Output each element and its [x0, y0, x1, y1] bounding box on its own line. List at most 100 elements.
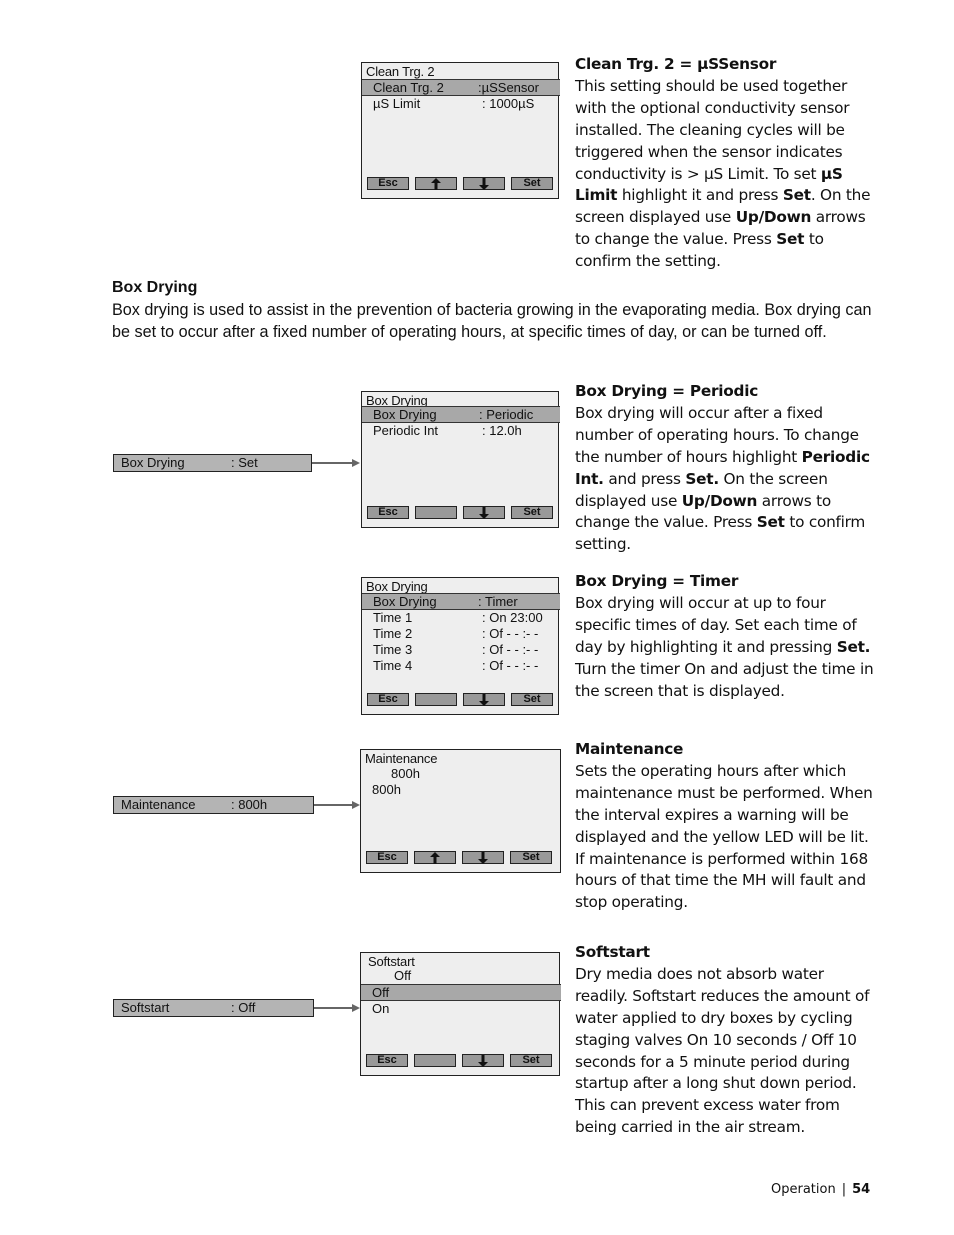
page-number: 54: [852, 1182, 871, 1197]
edit-value[interactable]: 800h: [372, 782, 401, 798]
row-value: : Timer: [478, 594, 518, 609]
description-text: This setting should be used together wit…: [575, 76, 850, 183]
row-label: Time 1: [373, 610, 413, 625]
blank-button[interactable]: [415, 506, 457, 519]
setting-label: Box Drying: [121, 455, 185, 470]
description-text: Turn the timer On and adjust the time in…: [575, 659, 874, 700]
row-value: :µSSensor: [478, 80, 539, 95]
up-arrow-icon: [430, 852, 440, 864]
up-arrow-icon: [431, 178, 441, 190]
esc-button[interactable]: Esc: [366, 851, 408, 864]
row-value: : Periodic: [479, 407, 534, 422]
emphasis: Set: [776, 230, 805, 249]
description-text: Sets the operating hours after which mai…: [575, 761, 873, 912]
footer-separator: |: [841, 1182, 847, 1197]
menu-row-clean-trg[interactable]: Clean Trg. 2 :µSSensor: [362, 79, 560, 96]
maintenance-screen: Maintenance 800h 800h Esc Set: [360, 749, 561, 873]
emphasis: Set.: [685, 469, 719, 488]
option-off[interactable]: Off: [361, 984, 561, 1001]
current-value: Off: [394, 968, 412, 983]
row-label: Box Drying: [373, 594, 437, 609]
up-button[interactable]: [414, 851, 456, 864]
emphasis: Set.: [836, 637, 871, 656]
screen-buttons: Esc Set: [367, 693, 553, 706]
footer-section: Operation: [771, 1182, 836, 1197]
esc-button[interactable]: Esc: [367, 506, 409, 519]
esc-button[interactable]: Esc: [367, 177, 409, 190]
screen-buttons: Esc Set: [367, 177, 553, 190]
description-text: and press: [603, 469, 686, 488]
row-label: Time 4: [373, 658, 413, 673]
down-button[interactable]: [463, 693, 505, 706]
row-value: : 1000µS: [482, 96, 535, 111]
row-label: µS Limit: [373, 96, 421, 111]
menu-row-time-1[interactable]: Time 1 : On 23:00: [362, 610, 558, 627]
row-value: : Of - - :- -: [482, 626, 539, 641]
menu-row-time-2[interactable]: Time 2 : Of - - :- -: [362, 626, 558, 643]
description-heading: Clean Trg. 2 = µSSensor: [575, 55, 777, 73]
screen-title: Clean Trg. 2: [366, 64, 435, 79]
down-arrow-icon: [479, 694, 489, 706]
set-button[interactable]: Set: [511, 506, 553, 519]
screen-buttons: Esc Set: [367, 506, 553, 519]
down-arrow-icon: [478, 852, 488, 864]
description-text: highlight it and press: [617, 186, 783, 205]
box-drying-setting[interactable]: Box Drying : Set: [113, 454, 312, 472]
screen-title: Softstart: [368, 954, 415, 969]
set-button[interactable]: Set: [511, 693, 553, 706]
row-label: Clean Trg. 2: [373, 80, 444, 95]
section-body: Box drying is used to assist in the prev…: [112, 301, 872, 341]
screen-buttons: Esc Set: [366, 1054, 554, 1067]
menu-row-time-3[interactable]: Time 3 : Of - - :- -: [362, 642, 558, 659]
menu-row-box-drying[interactable]: Box Drying : Timer: [362, 593, 560, 610]
menu-row-box-drying[interactable]: Box Drying : Periodic: [362, 406, 560, 423]
menu-row-time-4[interactable]: Time 4 : Of - - :- -: [362, 658, 558, 675]
clean-trg-description: Clean Trg. 2 = µSSensor This setting sho…: [575, 54, 875, 273]
menu-row-us-limit[interactable]: µS Limit : 1000µS: [362, 96, 558, 113]
row-value: : Of - - :- -: [482, 658, 539, 673]
esc-button[interactable]: Esc: [366, 1054, 408, 1067]
page-footer: Operation | 54: [771, 1182, 870, 1197]
blank-button[interactable]: [415, 693, 457, 706]
blank-button[interactable]: [414, 1054, 456, 1067]
down-arrow-icon: [478, 1055, 488, 1067]
setting-label: Maintenance: [121, 797, 196, 812]
maintenance-setting[interactable]: Maintenance : 800h: [113, 796, 314, 814]
set-button[interactable]: Set: [511, 177, 553, 190]
row-label: Periodic Int: [373, 423, 439, 438]
esc-button[interactable]: Esc: [367, 693, 409, 706]
arrow-connector-icon: [312, 459, 360, 467]
screen-buttons: Esc Set: [366, 851, 555, 864]
down-button[interactable]: [463, 177, 505, 190]
down-button[interactable]: [463, 506, 505, 519]
down-arrow-icon: [479, 178, 489, 190]
softstart-screen: Softstart Off Off On Esc Set: [360, 952, 561, 1076]
option-label: On: [372, 1001, 390, 1016]
row-value: : Of - - :- -: [482, 642, 539, 657]
setting-label: Softstart: [121, 1000, 170, 1015]
emphasis: Up/Down: [681, 491, 758, 510]
description-heading: Box Drying = Periodic: [575, 382, 759, 400]
box-drying-periodic-screen: Box Drying Box Drying : Periodic Periodi…: [361, 391, 560, 528]
clean-trg-screen: Clean Trg. 2 Clean Trg. 2 :µSSensor µS L…: [361, 62, 560, 199]
current-value: 800h: [391, 766, 420, 781]
option-on[interactable]: On: [361, 1001, 559, 1018]
down-button[interactable]: [462, 851, 504, 864]
down-arrow-icon: [479, 507, 489, 519]
emphasis: Set: [756, 513, 785, 532]
box-drying-timer-screen: Box Drying Box Drying : Timer Time 1 : O…: [361, 577, 560, 715]
row-label: Time 2: [373, 626, 413, 641]
softstart-description: Softstart Dry media does not absorb wate…: [575, 942, 875, 1139]
emphasis: Set: [782, 186, 811, 205]
set-button[interactable]: Set: [510, 851, 552, 864]
maintenance-description: Maintenance Sets the operating hours aft…: [575, 739, 875, 914]
down-button[interactable]: [462, 1054, 504, 1067]
set-button[interactable]: Set: [510, 1054, 552, 1067]
description-text: Box drying will occur at up to four spec…: [575, 593, 857, 656]
description-heading: Maintenance: [575, 740, 684, 758]
menu-row-periodic-int[interactable]: Periodic Int : 12.0h: [362, 423, 558, 440]
description-heading: Box Drying = Timer: [575, 572, 739, 590]
section-heading: Box Drying: [112, 279, 198, 296]
softstart-setting[interactable]: Softstart : Off: [113, 999, 314, 1017]
up-button[interactable]: [415, 177, 457, 190]
